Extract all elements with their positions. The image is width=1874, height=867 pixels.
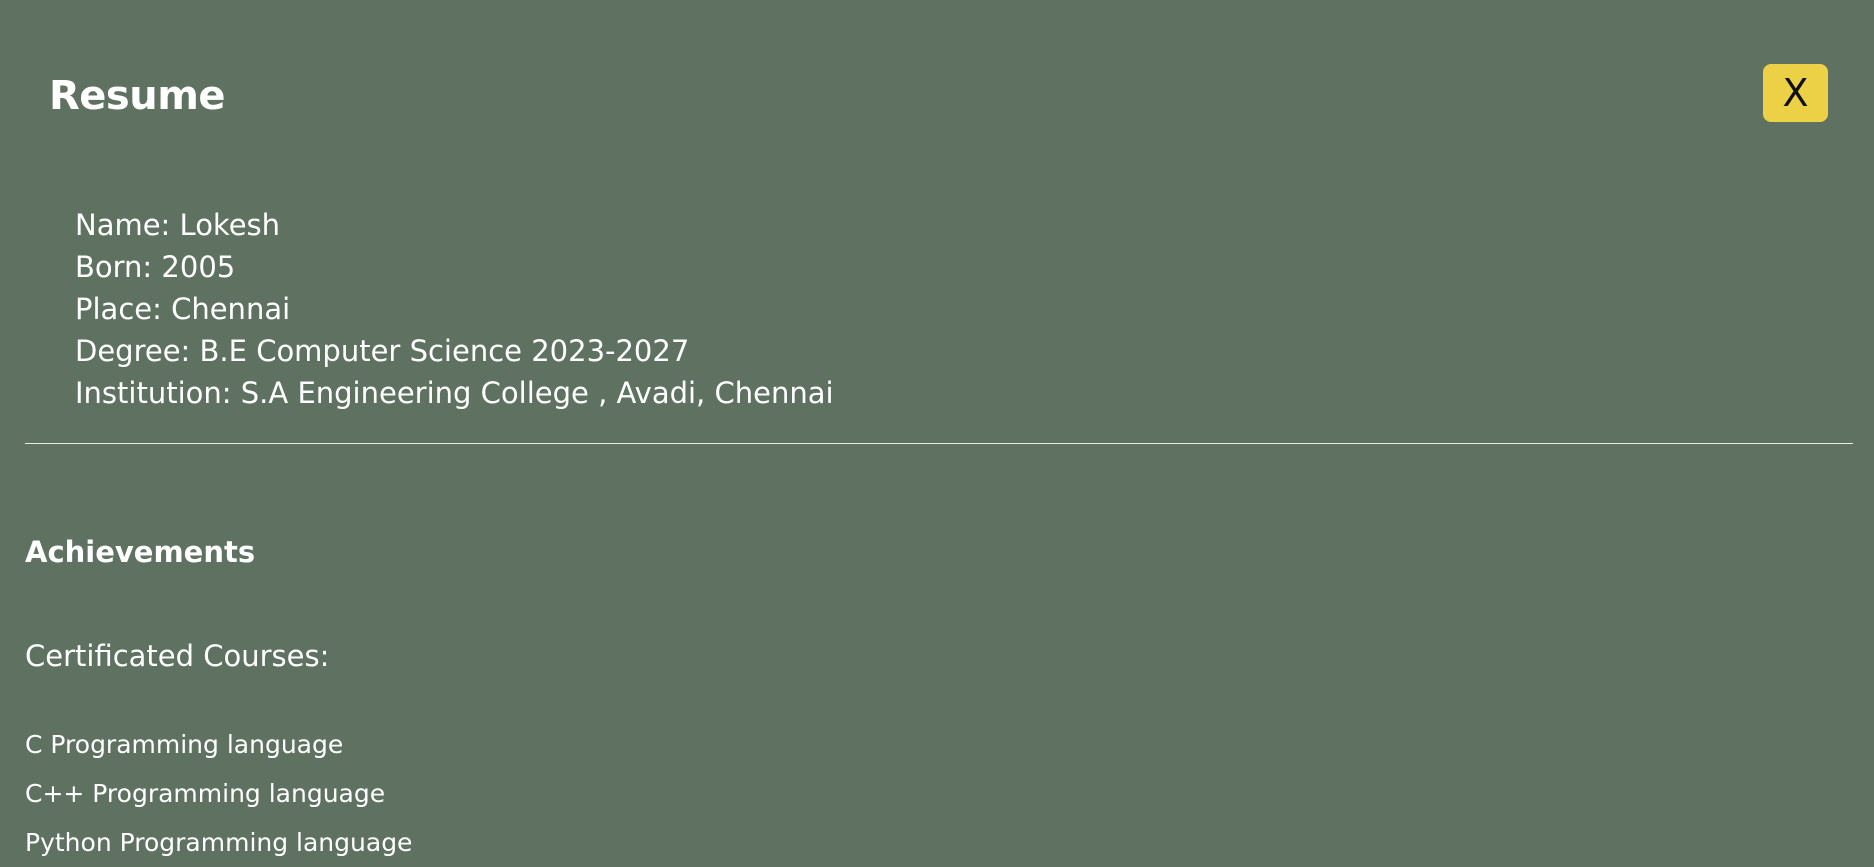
profile-info-list: Name: Lokesh Born: 2005 Place: Chennai D… [75,204,834,414]
profile-place: Place: Chennai [75,292,291,326]
profile-name: Name: Lokesh [75,208,281,242]
page-title: Resume [49,73,226,119]
profile-degree: Degree: B.E Computer Science 2023-2027 [75,334,690,368]
course-item: C Programming language [25,730,344,759]
course-item: Python Programming language [25,828,413,857]
achievements-heading: Achievements [25,535,256,569]
close-button[interactable]: X [1763,64,1828,122]
section-divider [25,443,1853,444]
profile-born: Born: 2005 [75,250,236,284]
courses-list: C Programming language C++ Programming l… [25,720,412,867]
profile-institution: Institution: S.A Engineering College , A… [75,376,834,410]
course-item: C++ Programming language [25,779,386,808]
certificated-courses-heading: Certificated Courses: [25,639,330,673]
